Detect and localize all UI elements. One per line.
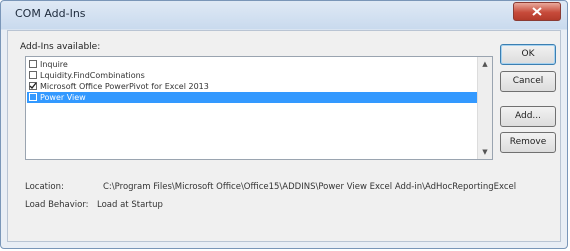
list-item-power-view[interactable]: Power View xyxy=(27,92,479,103)
location-label: Location: xyxy=(25,182,64,192)
dialog-title: COM Add-Ins xyxy=(15,7,86,20)
load-behavior-value: Load at Startup xyxy=(97,200,163,210)
list-item-label: Lquidity.FindCombinations xyxy=(40,71,145,80)
close-icon xyxy=(532,7,542,16)
checkbox-power-view[interactable] xyxy=(29,93,37,101)
list-item-label: Microsoft Office PowerPivot for Excel 20… xyxy=(40,82,209,91)
load-behavior-label: Load Behavior: xyxy=(25,200,89,210)
checkbox-lquidity[interactable] xyxy=(29,71,37,79)
checkmark-icon xyxy=(29,82,37,90)
ok-button[interactable]: OK xyxy=(500,44,556,65)
vertical-scrollbar[interactable]: ▲ ▼ xyxy=(477,57,492,159)
list-item-inquire[interactable]: Inquire xyxy=(27,59,479,70)
addins-listbox[interactable]: Inquire Lquidity.FindCombinations Micros… xyxy=(25,56,493,160)
title-bar: COM Add-Ins xyxy=(1,1,567,29)
list-item-powerpivot[interactable]: Microsoft Office PowerPivot for Excel 20… xyxy=(27,81,479,92)
checkbox-inquire[interactable] xyxy=(29,60,37,68)
close-button[interactable] xyxy=(513,2,561,21)
location-value: C:\Program Files\Microsoft Office\Office… xyxy=(103,182,517,192)
remove-button[interactable]: Remove xyxy=(500,132,556,153)
list-item-label: Inquire xyxy=(40,60,68,69)
cancel-button[interactable]: Cancel xyxy=(500,71,556,92)
add-button[interactable]: Add... xyxy=(500,106,556,127)
scroll-down-icon[interactable]: ▼ xyxy=(478,145,492,159)
addins-available-label: Add-Ins available: xyxy=(20,42,101,52)
list-item-lquidity[interactable]: Lquidity.FindCombinations xyxy=(27,70,479,81)
list-item-label: Power View xyxy=(40,93,86,102)
checkbox-powerpivot[interactable] xyxy=(29,82,37,90)
scroll-up-icon[interactable]: ▲ xyxy=(478,57,492,71)
